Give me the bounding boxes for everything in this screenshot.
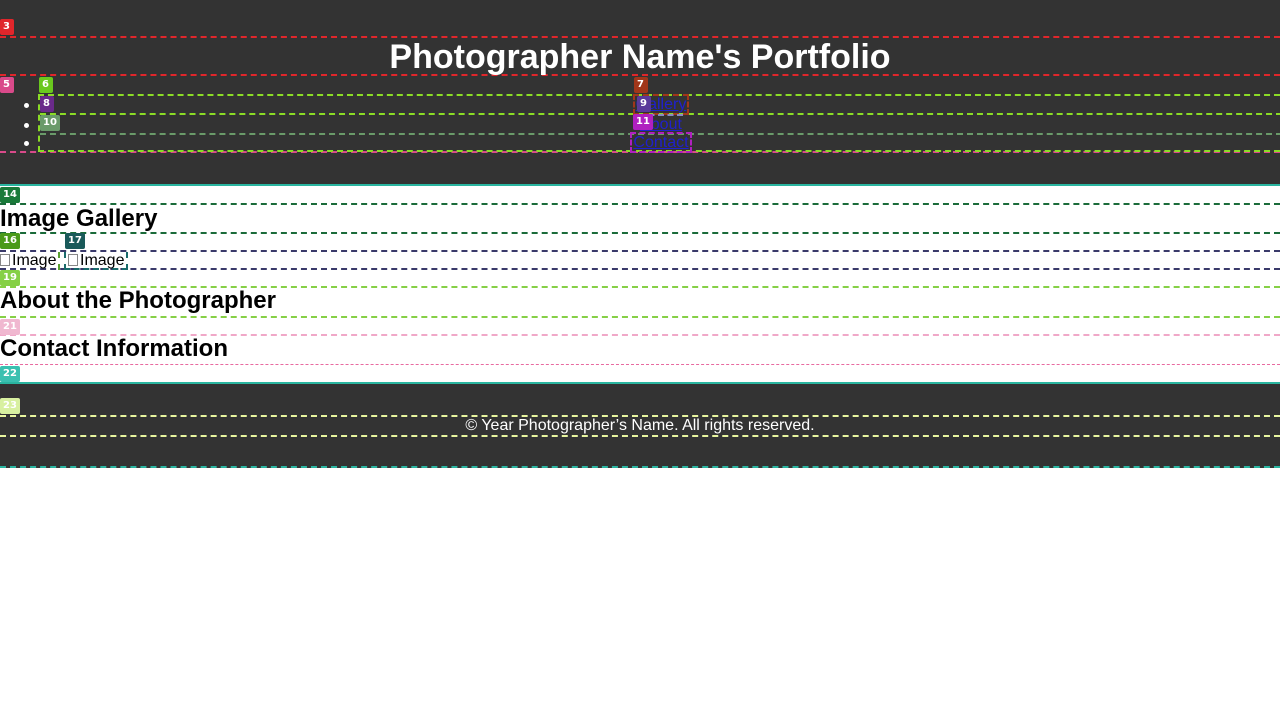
overlay-badge: 3 bbox=[0, 19, 14, 35]
broken-image-icon bbox=[68, 254, 78, 266]
about-heading: About the Photographer bbox=[0, 287, 276, 314]
overlay-badge: 16 bbox=[0, 233, 20, 249]
overlay-badge: 23 bbox=[0, 398, 20, 414]
overlay-badge: 6 bbox=[39, 77, 53, 93]
site-header: 3 Photographer Name's Portfolio 5 6 7 Ga… bbox=[0, 0, 1280, 184]
overlay-badge: 9 bbox=[637, 96, 651, 112]
contact-heading: Contact Information bbox=[0, 335, 228, 362]
gallery-image-alt: Image bbox=[12, 252, 57, 269]
gallery-image[interactable]: Image bbox=[0, 252, 61, 270]
overlay-badge: 17 bbox=[65, 233, 85, 249]
gallery-image-alt: Image bbox=[80, 252, 125, 269]
copyright-text: © Year Photographer’s Name. All rights r… bbox=[465, 417, 815, 434]
page-title: Photographer Name's Portfolio bbox=[389, 38, 891, 76]
divider bbox=[0, 435, 1280, 437]
overlay-badge: 19 bbox=[0, 270, 20, 286]
gallery-image[interactable]: Image bbox=[64, 252, 129, 270]
overlay-badge: 5 bbox=[0, 77, 14, 93]
divider bbox=[0, 232, 1280, 234]
broken-image-icon bbox=[0, 254, 10, 266]
overlay-badge: 11 bbox=[633, 114, 653, 130]
overlay-badge: 22 bbox=[0, 366, 20, 382]
about-section: 19 About the Photographer bbox=[0, 269, 1280, 319]
title-container: Photographer Name's Portfolio bbox=[0, 36, 1280, 76]
site-footer: 23 © Year Photographer’s Name. All right… bbox=[0, 382, 1280, 468]
gallery-heading: Image Gallery bbox=[0, 205, 158, 232]
image-row: Image Image bbox=[0, 250, 1280, 270]
divider bbox=[0, 316, 1280, 318]
overlay-badge: 8 bbox=[40, 96, 54, 112]
nav-item-gallery: Gallery bbox=[24, 94, 1280, 115]
nav-item-contact: Contact bbox=[24, 132, 1280, 153]
overlay-badge: 14 bbox=[0, 187, 20, 203]
gallery-section: 14 Image Gallery 16 17 Image Image bbox=[0, 184, 1280, 270]
divider bbox=[0, 203, 1280, 205]
nav-link-contact[interactable]: Contact bbox=[630, 132, 692, 153]
divider bbox=[0, 364, 1280, 365]
overlay-badge: 10 bbox=[40, 115, 60, 131]
contact-section: 21 Contact Information 22 bbox=[0, 319, 1280, 382]
overlay-badge: 7 bbox=[634, 77, 648, 93]
overlay-badge: 21 bbox=[0, 319, 20, 335]
nav-list: Gallery About Contact bbox=[24, 94, 1280, 153]
